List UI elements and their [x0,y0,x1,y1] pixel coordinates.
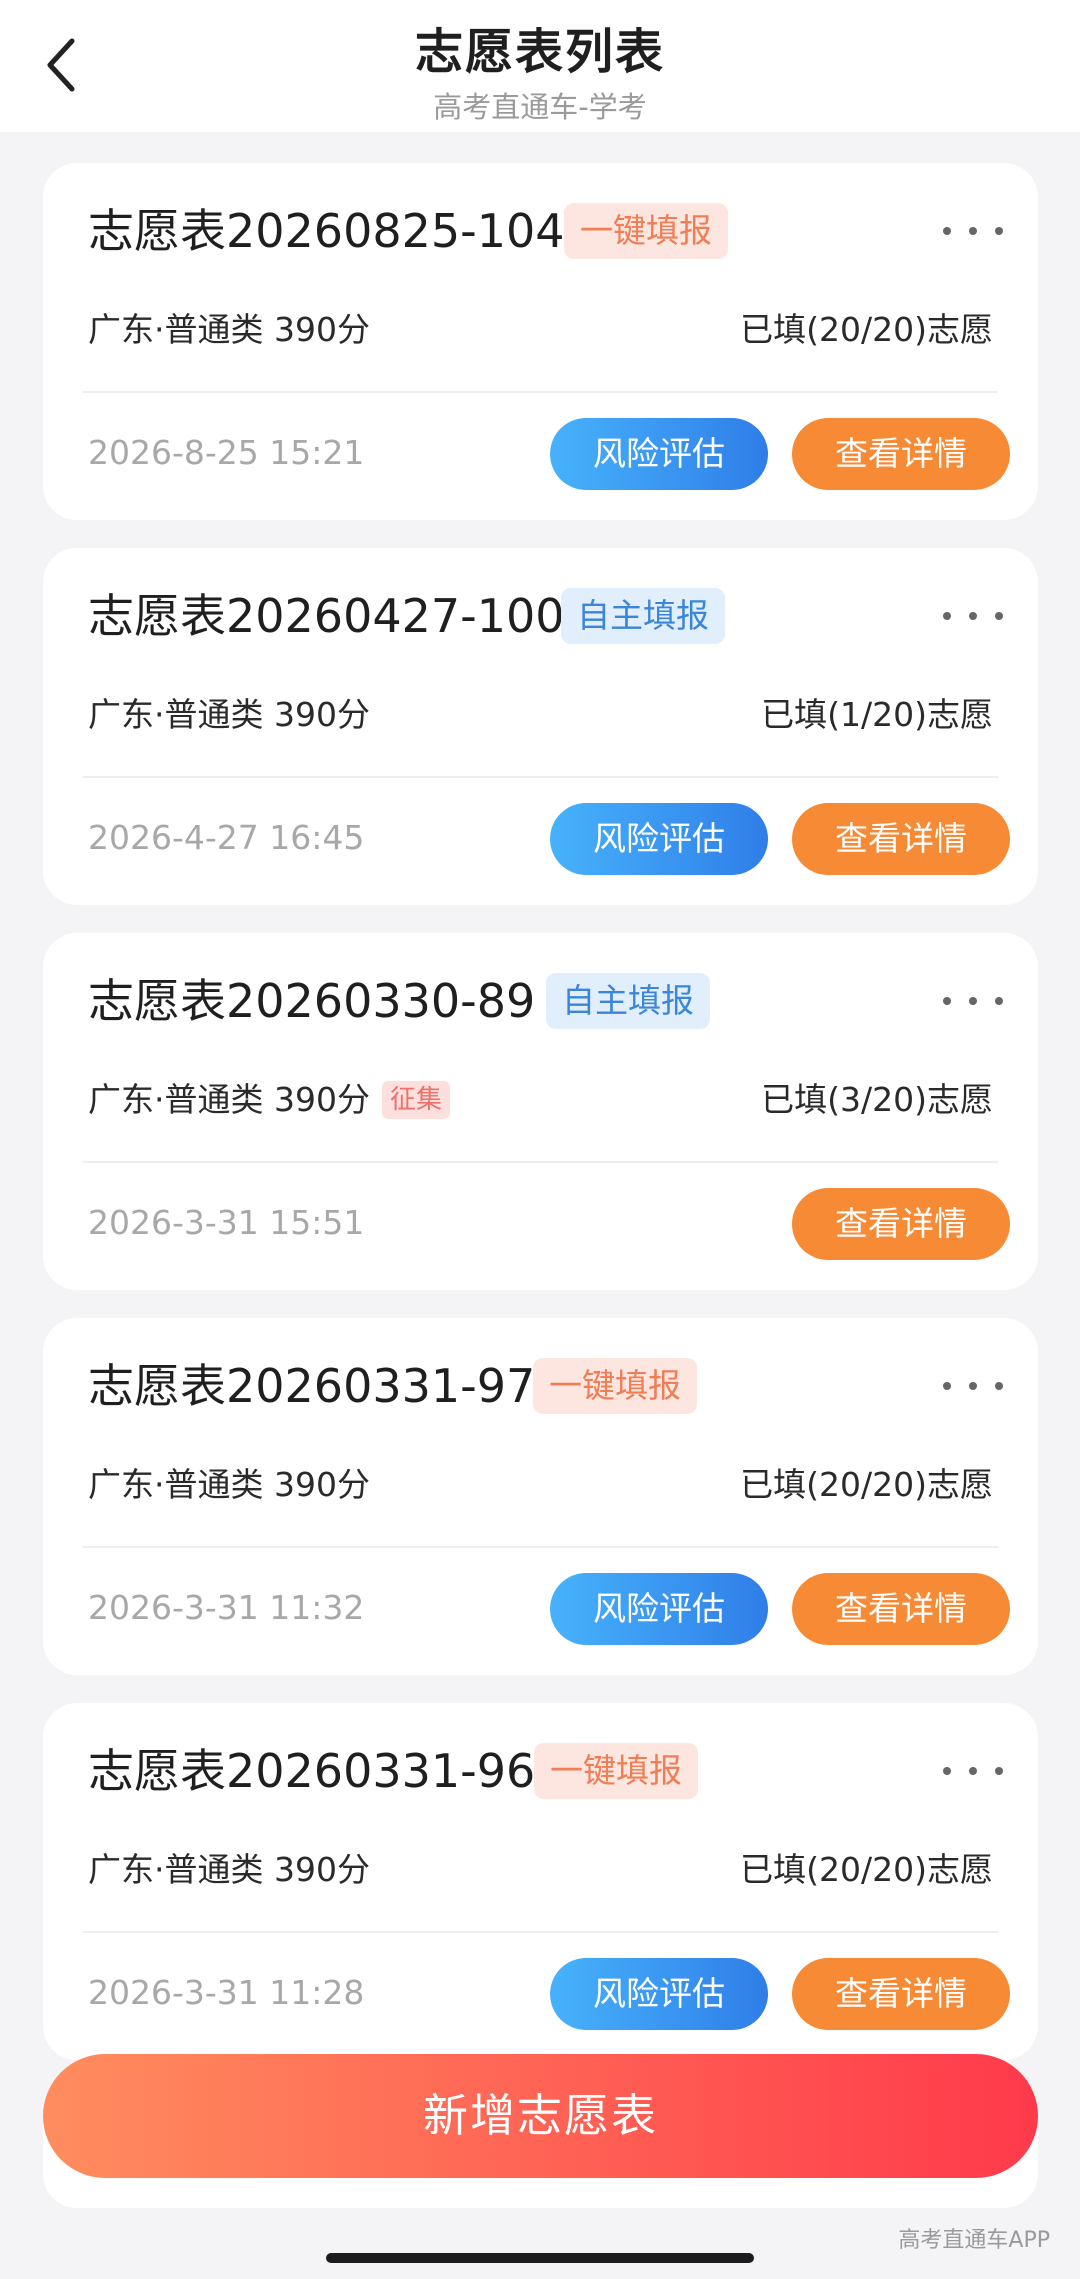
fill-type-tag: 一键填报 [564,203,728,259]
filled-count: 已填(20/20)志愿 [740,1850,993,1889]
filled-count: 已填(3/20)志愿 [761,1080,993,1119]
risk-assessment-button[interactable]: 风险评估 [550,1573,768,1645]
fill-type-tag: 自主填报 [546,973,710,1029]
divider [83,391,998,393]
dot-icon [969,997,977,1005]
divider [83,1161,998,1163]
card-title: 志愿表20260427-100 [88,589,565,643]
risk-assessment-button[interactable]: 风险评估 [550,803,768,875]
more-options-button[interactable] [943,1366,1003,1406]
dot-icon [995,1767,1003,1775]
view-details-button[interactable]: 查看详情 [792,1958,1010,2030]
view-details-button[interactable]: 查看详情 [792,1188,1010,1260]
more-options-button[interactable] [943,211,1003,251]
risk-assessment-button[interactable]: 风险评估 [550,418,768,490]
fill-type-tag: 一键填报 [533,1358,697,1414]
created-date: 2026-4-27 16:45 [88,818,365,857]
dot-icon [969,1767,977,1775]
card-info: 广东·普通类 390分 [88,693,370,737]
province-score: 广东·普通类 390分 [88,310,370,349]
volunteer-card[interactable]: 志愿表20260331-96 一键填报 广东·普通类 390分 已填(20/20… [43,1703,1038,2060]
created-date: 2026-3-31 11:32 [88,1588,365,1627]
created-date: 2026-8-25 15:21 [88,433,365,472]
volunteer-card[interactable]: 志愿表20260330-89 自主填报 广东·普通类 390分 征集 已填(3/2… [43,933,1038,1290]
card-info: 广东·普通类 390分 [88,308,370,352]
page-title: 志愿表列表 [414,24,665,80]
divider [83,1546,998,1548]
volunteer-card[interactable]: 志愿表20260427-100 自主填报 广东·普通类 390分 已填(1/20… [43,548,1038,905]
dot-icon [969,1382,977,1390]
more-options-button[interactable] [943,596,1003,636]
card-title: 志愿表20260331-97 [88,1359,536,1413]
dot-icon [943,997,951,1005]
card-title: 志愿表20260330-89 [88,974,536,1028]
view-details-button[interactable]: 查看详情 [792,418,1010,490]
created-date: 2026-3-31 15:51 [88,1203,365,1242]
add-volunteer-table-button[interactable]: 新增志愿表 [43,2054,1038,2178]
dot-icon [969,227,977,235]
divider [83,1931,998,1933]
province-score: 广东·普通类 390分 [88,1465,370,1504]
more-options-button[interactable] [943,1751,1003,1791]
volunteer-list: 志愿表20260825-104 一键填报 广东·普通类 390分 已填(20/2… [43,163,1038,2208]
fill-type-tag: 一键填报 [534,1743,698,1799]
dot-icon [943,612,951,620]
more-options-button[interactable] [943,981,1003,1021]
collection-badge: 征集 [381,1081,450,1119]
province-score: 广东·普通类 390分 [88,1850,370,1889]
province-score: 广东·普通类 390分 [88,1080,370,1119]
card-info: 广东·普通类 390分 征集 [88,1078,450,1122]
home-indicator[interactable] [326,2253,754,2263]
risk-assessment-button[interactable]: 风险评估 [550,1958,768,2030]
volunteer-card[interactable]: 志愿表20260825-104 一键填报 广东·普通类 390分 已填(20/2… [43,163,1038,520]
filled-count: 已填(20/20)志愿 [740,1465,993,1504]
dot-icon [995,227,1003,235]
dot-icon [969,612,977,620]
dot-icon [943,1382,951,1390]
filled-count: 已填(20/20)志愿 [740,310,993,349]
dot-icon [995,997,1003,1005]
fill-type-tag: 自主填报 [561,588,725,644]
card-title: 志愿表20260331-96 [88,1744,536,1798]
filled-count: 已填(1/20)志愿 [761,695,993,734]
created-date: 2026-3-31 11:28 [88,1973,365,2012]
volunteer-card[interactable]: 志愿表20260331-97 一键填报 广东·普通类 390分 已填(20/20… [43,1318,1038,1675]
card-info: 广东·普通类 390分 [88,1848,370,1892]
dot-icon [995,1382,1003,1390]
card-title: 志愿表20260825-104 [88,204,565,258]
watermark: 高考直通车APP [898,2228,1050,2253]
view-details-button[interactable]: 查看详情 [792,1573,1010,1645]
province-score: 广东·普通类 390分 [88,695,370,734]
card-info: 广东·普通类 390分 [88,1463,370,1507]
dot-icon [943,1767,951,1775]
header: 志愿表列表 高考直通车-学考 [0,0,1080,132]
divider [83,776,998,778]
dot-icon [943,227,951,235]
dot-icon [995,612,1003,620]
view-details-button[interactable]: 查看详情 [792,803,1010,875]
page-subtitle: 高考直通车-学考 [433,90,647,124]
